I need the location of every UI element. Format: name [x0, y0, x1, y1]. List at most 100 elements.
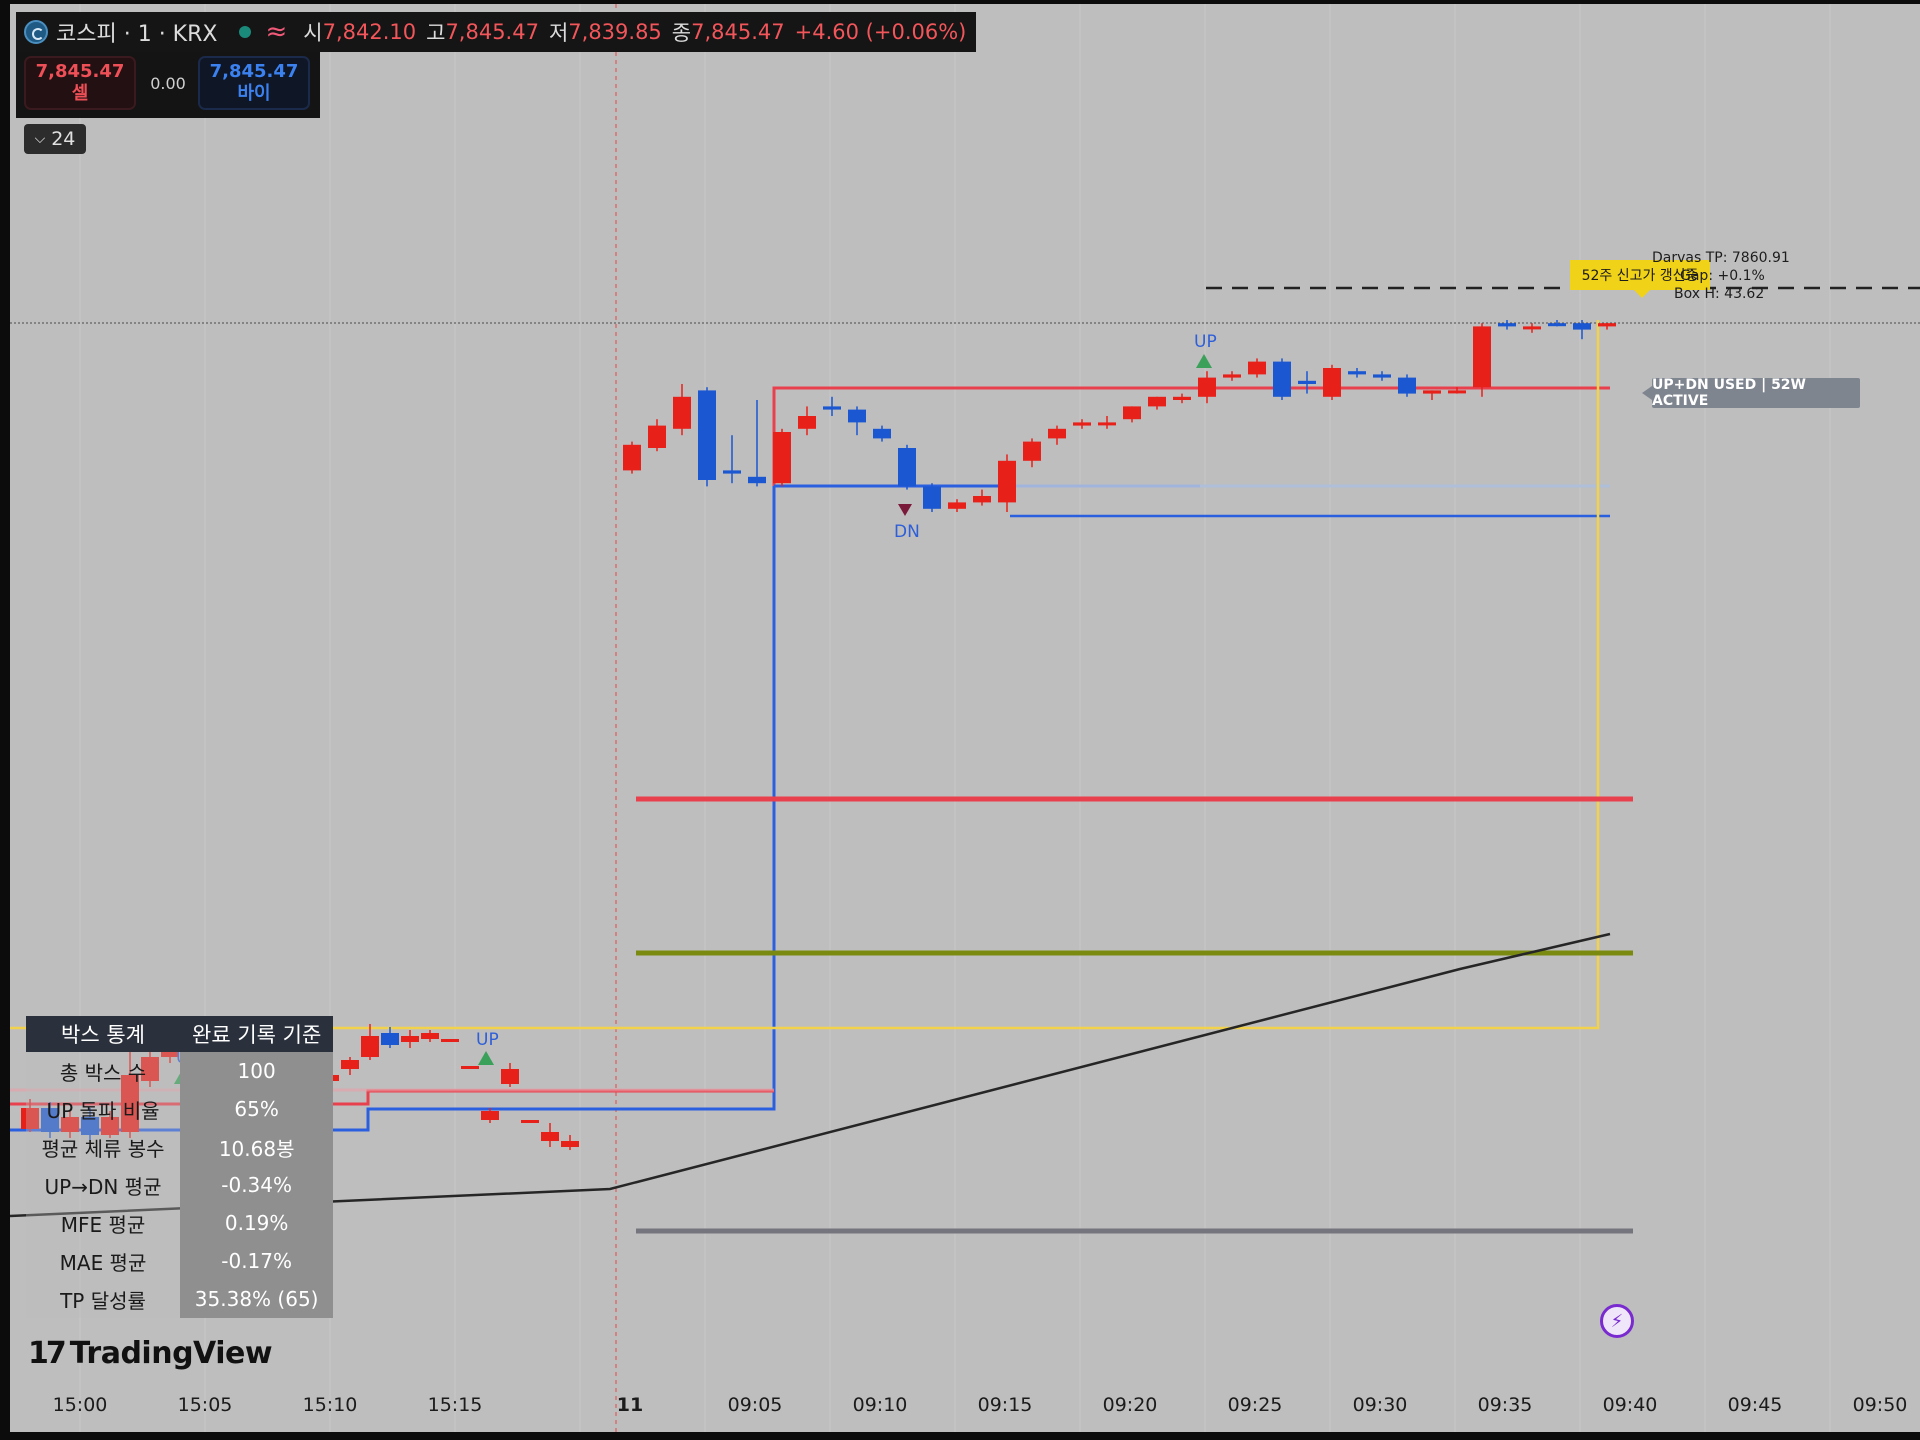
time-axis[interactable]: 15:00 15:05 15:10 15:15 11 09:05 09:10 09:15 09:… [0, 1394, 1920, 1424]
symbol-name[interactable]: 코스피 · 1 · KRX [56, 16, 217, 48]
candle-body [1323, 368, 1341, 397]
candle-body [401, 1036, 419, 1042]
table-row: TP 달성률 35.38% (65) [26, 1280, 334, 1318]
time-tick: 09:05 [727, 1394, 783, 1416]
candle-body [1473, 326, 1491, 388]
open-value: 7,842.10 [322, 20, 417, 44]
candle-body [848, 409, 866, 423]
time-tick: 15:05 [177, 1394, 233, 1416]
candle-body [1398, 377, 1416, 394]
indicator-count: 24 [51, 128, 76, 150]
status-badge: UP+DN USED | 52W ACTIVE [1642, 377, 1860, 409]
time-tick: 09:15 [977, 1394, 1033, 1416]
triangle-down-icon [898, 504, 912, 516]
buy-button[interactable]: 7,845.47 바이 [198, 56, 310, 110]
candle-body [1098, 422, 1116, 426]
stat-value: 0.19% [180, 1204, 334, 1242]
candle-body [1023, 441, 1041, 461]
candle-body [1548, 323, 1566, 327]
candle-body [421, 1033, 439, 1039]
stat-label: TP 달성률 [26, 1280, 180, 1318]
tradingview-logo[interactable]: 17 TradingView [28, 1336, 273, 1371]
stat-label: 총 박스 수 [26, 1052, 180, 1090]
candle-body [1498, 323, 1516, 327]
candle-body [898, 448, 916, 487]
high-key: 고 [426, 21, 446, 45]
table-row: UP 돌파 비율 65% [26, 1090, 334, 1128]
candle-body [1573, 323, 1591, 330]
candle-body [1273, 361, 1291, 397]
darvas-tp-label: Darvas TP: 7860.91 [1652, 250, 1790, 266]
candle-body [798, 416, 816, 429]
stat-value: 10.68봉 [180, 1128, 334, 1166]
candle-body [1048, 428, 1066, 439]
chart-grid [79, 4, 1831, 1432]
indicator-collapse-button[interactable]: ⌵ 24 [24, 124, 86, 154]
sell-button[interactable]: 7,845.47 셀 [24, 56, 136, 110]
time-tick: 09:20 [1102, 1394, 1158, 1416]
box-stats-table: 박스 통계 완료 기록 기준 총 박스 수 100 UP 돌파 비율 65% 평균 … [26, 1016, 334, 1318]
candle-body [973, 496, 991, 503]
candle-body [1073, 422, 1091, 426]
candle-body [441, 1039, 459, 1042]
time-tick: 09:50 [1852, 1394, 1908, 1416]
time-tick: 09:10 [852, 1394, 908, 1416]
candle-body [1148, 396, 1166, 407]
candle-body [1248, 361, 1266, 375]
buy-price: 7,845.47 [209, 61, 299, 82]
candle-body [341, 1060, 359, 1069]
candle-body [1348, 371, 1366, 375]
gap-label: Gap: +0.1% [1680, 268, 1765, 284]
candle-body [823, 406, 841, 410]
table-row: MAE 평균 -0.17% [26, 1242, 334, 1280]
time-tick: 09:30 [1352, 1394, 1408, 1416]
candle-body [1123, 406, 1141, 420]
tradingview-window: UP UP UP DN 52주 신고가 갱신중 Darvas TP: 7860.… [0, 0, 1920, 1440]
candle-body [481, 1111, 499, 1120]
candle-body [623, 444, 641, 471]
candle-body [1223, 374, 1241, 378]
candle-body [381, 1033, 399, 1045]
trade-panel: 7,845.47 셀 0.00 7,845.47 바이 [16, 52, 320, 118]
stat-value: 35.38% (65) [180, 1280, 334, 1318]
signal-dn-label: DN [894, 522, 920, 542]
market-status-dot-icon [239, 26, 252, 38]
box-height-label: Box H: 43.62 [1674, 286, 1765, 302]
stats-header-basis: 완료 기록 기준 [180, 1016, 334, 1052]
triangle-up-icon [478, 1051, 494, 1065]
candle-body [1173, 396, 1191, 400]
tradingview-logo-text: TradingView [69, 1336, 273, 1371]
high-value: 7,845.47 [445, 20, 539, 44]
candle-body [1198, 377, 1216, 397]
sell-label: 셀 [71, 83, 89, 104]
candle-body [501, 1069, 519, 1084]
candle-body [461, 1066, 479, 1069]
candle-body [998, 460, 1016, 503]
time-tick: 15:15 [427, 1394, 483, 1416]
candle-body [1523, 326, 1541, 330]
candle-body [948, 502, 966, 509]
buy-label: 바이 [237, 83, 271, 104]
price-change: +4.60 (+0.06%) [794, 20, 967, 44]
stat-label: MAE 평균 [26, 1242, 180, 1280]
candle-body [923, 486, 941, 509]
stat-label: UP 돌파 비율 [26, 1090, 180, 1128]
candle-body [361, 1036, 379, 1057]
time-tick: 09:35 [1477, 1394, 1533, 1416]
lightning-icon[interactable]: ⚡ [1600, 1304, 1634, 1338]
signal-up-label-3: UP [1194, 332, 1217, 352]
wave-icon[interactable]: ≈ [265, 17, 287, 47]
symbol-header[interactable]: 코스피 · 1 · KRX ≈ 시 7,842.10 고 7,845.47 저 7,8… [16, 12, 977, 52]
tradingview-mark-icon: 17 [28, 1336, 67, 1371]
candle-body [723, 470, 741, 474]
low-value: 7,839.85 [568, 20, 662, 44]
stat-value: -0.17% [180, 1242, 334, 1280]
open-key: 시 [303, 21, 323, 45]
candle-body [1298, 380, 1316, 384]
low-key: 저 [548, 21, 569, 45]
time-tick: 15:10 [302, 1394, 358, 1416]
candle-body [561, 1141, 579, 1147]
time-tick: 15:00 [52, 1394, 108, 1416]
close-key: 종 [671, 21, 692, 45]
stat-value: 100 [180, 1052, 334, 1090]
